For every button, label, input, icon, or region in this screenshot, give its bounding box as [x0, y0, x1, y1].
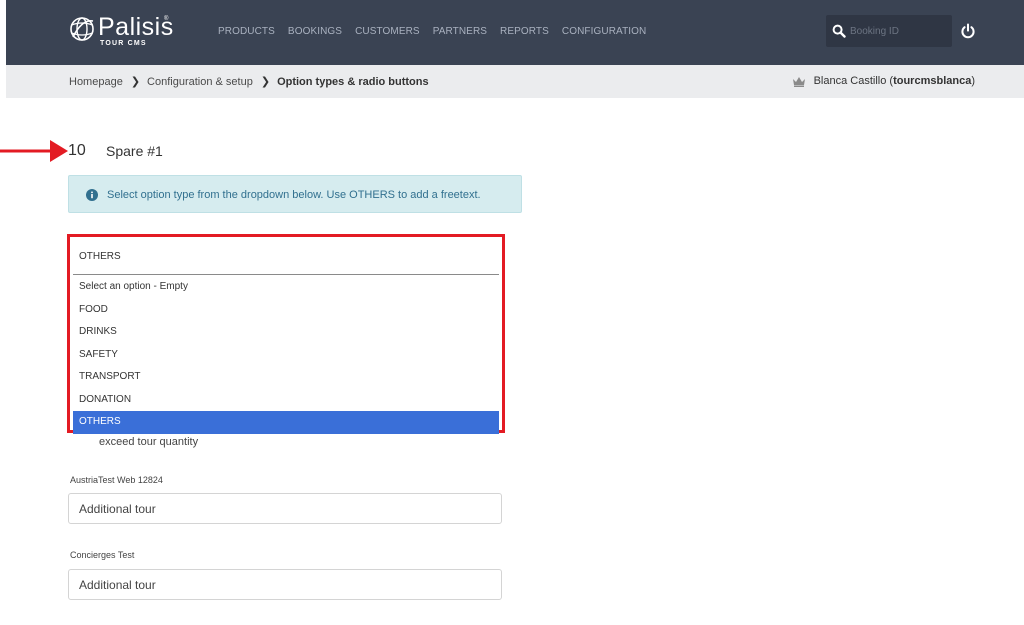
search-icon: [832, 24, 846, 38]
logo-trademark: ®: [164, 16, 169, 22]
booking-search: [826, 15, 952, 47]
nav-item-customers[interactable]: CUSTOMERS: [355, 26, 420, 37]
section-number: 10: [68, 142, 86, 159]
logout-power-icon[interactable]: [960, 23, 976, 39]
breadcrumb-bar: Homepage ❯ Configuration & setup ❯ Optio…: [6, 65, 1024, 98]
logo-wordmark: Palisis: [98, 13, 174, 41]
booking-id-input[interactable]: [850, 21, 948, 41]
nav-item-products[interactable]: PRODUCTS: [218, 26, 275, 37]
main-nav: PRODUCTS BOOKINGS CUSTOMERS PARTNERS REPORTS…: [218, 26, 659, 37]
option-type-dropdown-highlight: OTHERS Select an option - Empty FOOD DRINK…: [67, 234, 505, 434]
user-name: Blanca Castillo: [813, 75, 887, 87]
dropdown-option[interactable]: DONATION: [73, 389, 499, 412]
field-label-austriatest: AustriaTest Web 12824: [70, 475, 163, 485]
nav-item-reports[interactable]: REPORTS: [500, 26, 549, 37]
red-arrow-annotation: [0, 140, 68, 162]
select-current-value: OTHERS: [79, 251, 121, 262]
field-label-concierges: Concierges Test: [70, 550, 135, 560]
logo-subtitle: TOUR CMS: [100, 40, 147, 47]
nav-item-configuration[interactable]: CONFIGURATION: [562, 26, 646, 37]
dropdown-option[interactable]: FOOD: [73, 299, 499, 322]
user-handle: tourcmsblanca: [893, 75, 972, 87]
dropdown-option[interactable]: DRINKS: [73, 321, 499, 344]
palisis-logo[interactable]: Palisis ® TOUR CMS: [68, 13, 178, 53]
nav-item-partners[interactable]: PARTNERS: [433, 26, 487, 37]
globe-logo-icon: [70, 17, 94, 41]
breadcrumb-homepage[interactable]: Homepage: [69, 76, 123, 88]
user-close-paren: ): [971, 75, 975, 87]
breadcrumb: Homepage ❯ Configuration & setup ❯ Optio…: [69, 75, 429, 89]
dropdown-option[interactable]: SAFETY: [73, 344, 499, 367]
crown-icon: [792, 76, 805, 87]
alert-message: Select option type from the dropdown bel…: [107, 189, 481, 201]
breadcrumb-configuration[interactable]: Configuration & setup: [147, 76, 253, 88]
info-alert: Select option type from the dropdown bel…: [68, 175, 522, 213]
info-icon: [86, 189, 98, 201]
field-input-austriatest[interactable]: [68, 493, 502, 524]
field-input-concierges[interactable]: [68, 569, 502, 600]
dropdown-option[interactable]: OTHERS: [73, 411, 499, 434]
chevron-right-icon: ❯: [260, 76, 271, 88]
partially-hidden-text: exceed tour quantity: [99, 436, 199, 448]
dropdown-option[interactable]: TRANSPORT: [73, 366, 499, 389]
current-user[interactable]: Blanca Castillo (tourcmsblanca): [792, 75, 975, 87]
nav-item-bookings[interactable]: BOOKINGS: [288, 26, 342, 37]
top-navigation-bar: Palisis ® TOUR CMS PRODUCTS BOOKINGS CUSTO…: [6, 0, 1024, 65]
section-title: Spare #1: [106, 143, 163, 159]
dropdown-option[interactable]: Select an option - Empty: [73, 276, 499, 299]
option-type-select[interactable]: OTHERS: [73, 240, 499, 275]
breadcrumb-current-page: Option types & radio buttons: [277, 75, 429, 88]
option-type-list: Select an option - Empty FOOD DRINKS SAFETY…: [73, 276, 499, 434]
chevron-right-icon: ❯: [130, 76, 141, 88]
